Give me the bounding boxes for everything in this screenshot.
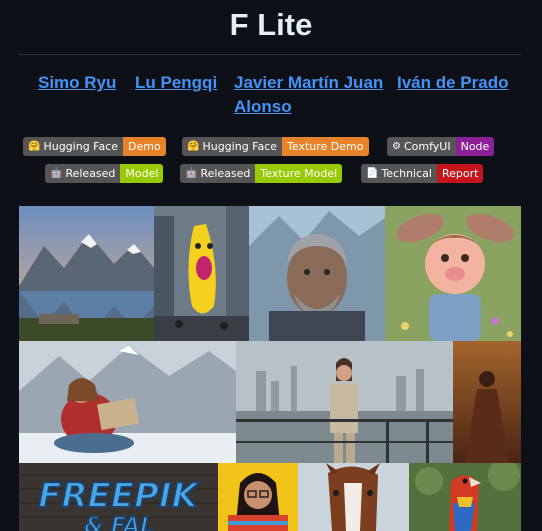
robot-icon: 🤖 [185,168,198,179]
author-link-simo-ryu[interactable]: Simo Ryu [38,71,116,95]
badge-left-label: ComfyUI [403,140,451,153]
hugging-face-icon: 🤗 [187,141,200,152]
badge-right-label: Model [120,164,164,183]
gear-icon: ⚙ [392,141,401,152]
robot-icon: 🤖 [50,168,63,179]
comfyui-node-badge[interactable]: ⚙ ComfyUI Node [387,137,495,156]
badge-right-label: Texture Demo [282,137,369,156]
graffiti-text-freepik: FREEPIK [38,476,200,516]
badge-right-label: Report [436,164,484,183]
badge-left-label: Hugging Face [202,140,278,153]
gallery-image-freepik-fal-graffiti: FREEPIK & FAL [19,463,218,531]
hugging-face-texture-demo-badge[interactable]: 🤗 Hugging Face Texture Demo [182,137,369,156]
gallery-image-woman-reading-snow [19,341,236,463]
document-icon: 📄 [366,168,379,179]
badge-right-label: Node [455,137,495,156]
gallery-image-woman-city-railing [236,341,453,463]
gallery-image-pig-character [385,206,521,341]
released-texture-model-badge[interactable]: 🤖 Released Texture Model [180,164,343,183]
author-link-javier-martin-juan[interactable]: Javier Martín Juan [234,71,383,95]
gallery-image-woman-desert [453,341,521,463]
technical-report-badge[interactable]: 📄 Technical Report [361,164,484,183]
gallery-image-old-man-snow [249,206,385,341]
badge-left-label: Released [65,167,116,180]
released-model-badge[interactable]: 🤖 Released Model [45,164,164,183]
graffiti-text-fal: & FAL [84,514,154,531]
gallery-image-smiling-woman-glasses [218,463,298,531]
hugging-face-icon: 🤗 [28,141,41,152]
badge-left-label: Hugging Face [43,140,119,153]
badge-left-label: Released [200,167,251,180]
author-link-ivan-de-prado[interactable]: Iván de Prado [397,71,508,95]
badge-right-label: Demo [123,137,166,156]
gallery-image-banana-monster [154,206,249,341]
gallery-image-parrot [409,463,521,531]
gallery-image-mountain-lake [19,206,154,341]
author-link-lu-pengqi[interactable]: Lu Pengqi [135,71,217,95]
gallery-image-horse [298,463,409,531]
hugging-face-demo-badge[interactable]: 🤗 Hugging Face Demo [23,137,166,156]
title-divider [19,54,521,55]
badge-right-label: Texture Model [255,164,343,183]
badge-left-label: Technical [381,167,432,180]
page-title: F Lite [229,7,313,42]
author-link-alonso[interactable]: Alonso [234,95,292,119]
